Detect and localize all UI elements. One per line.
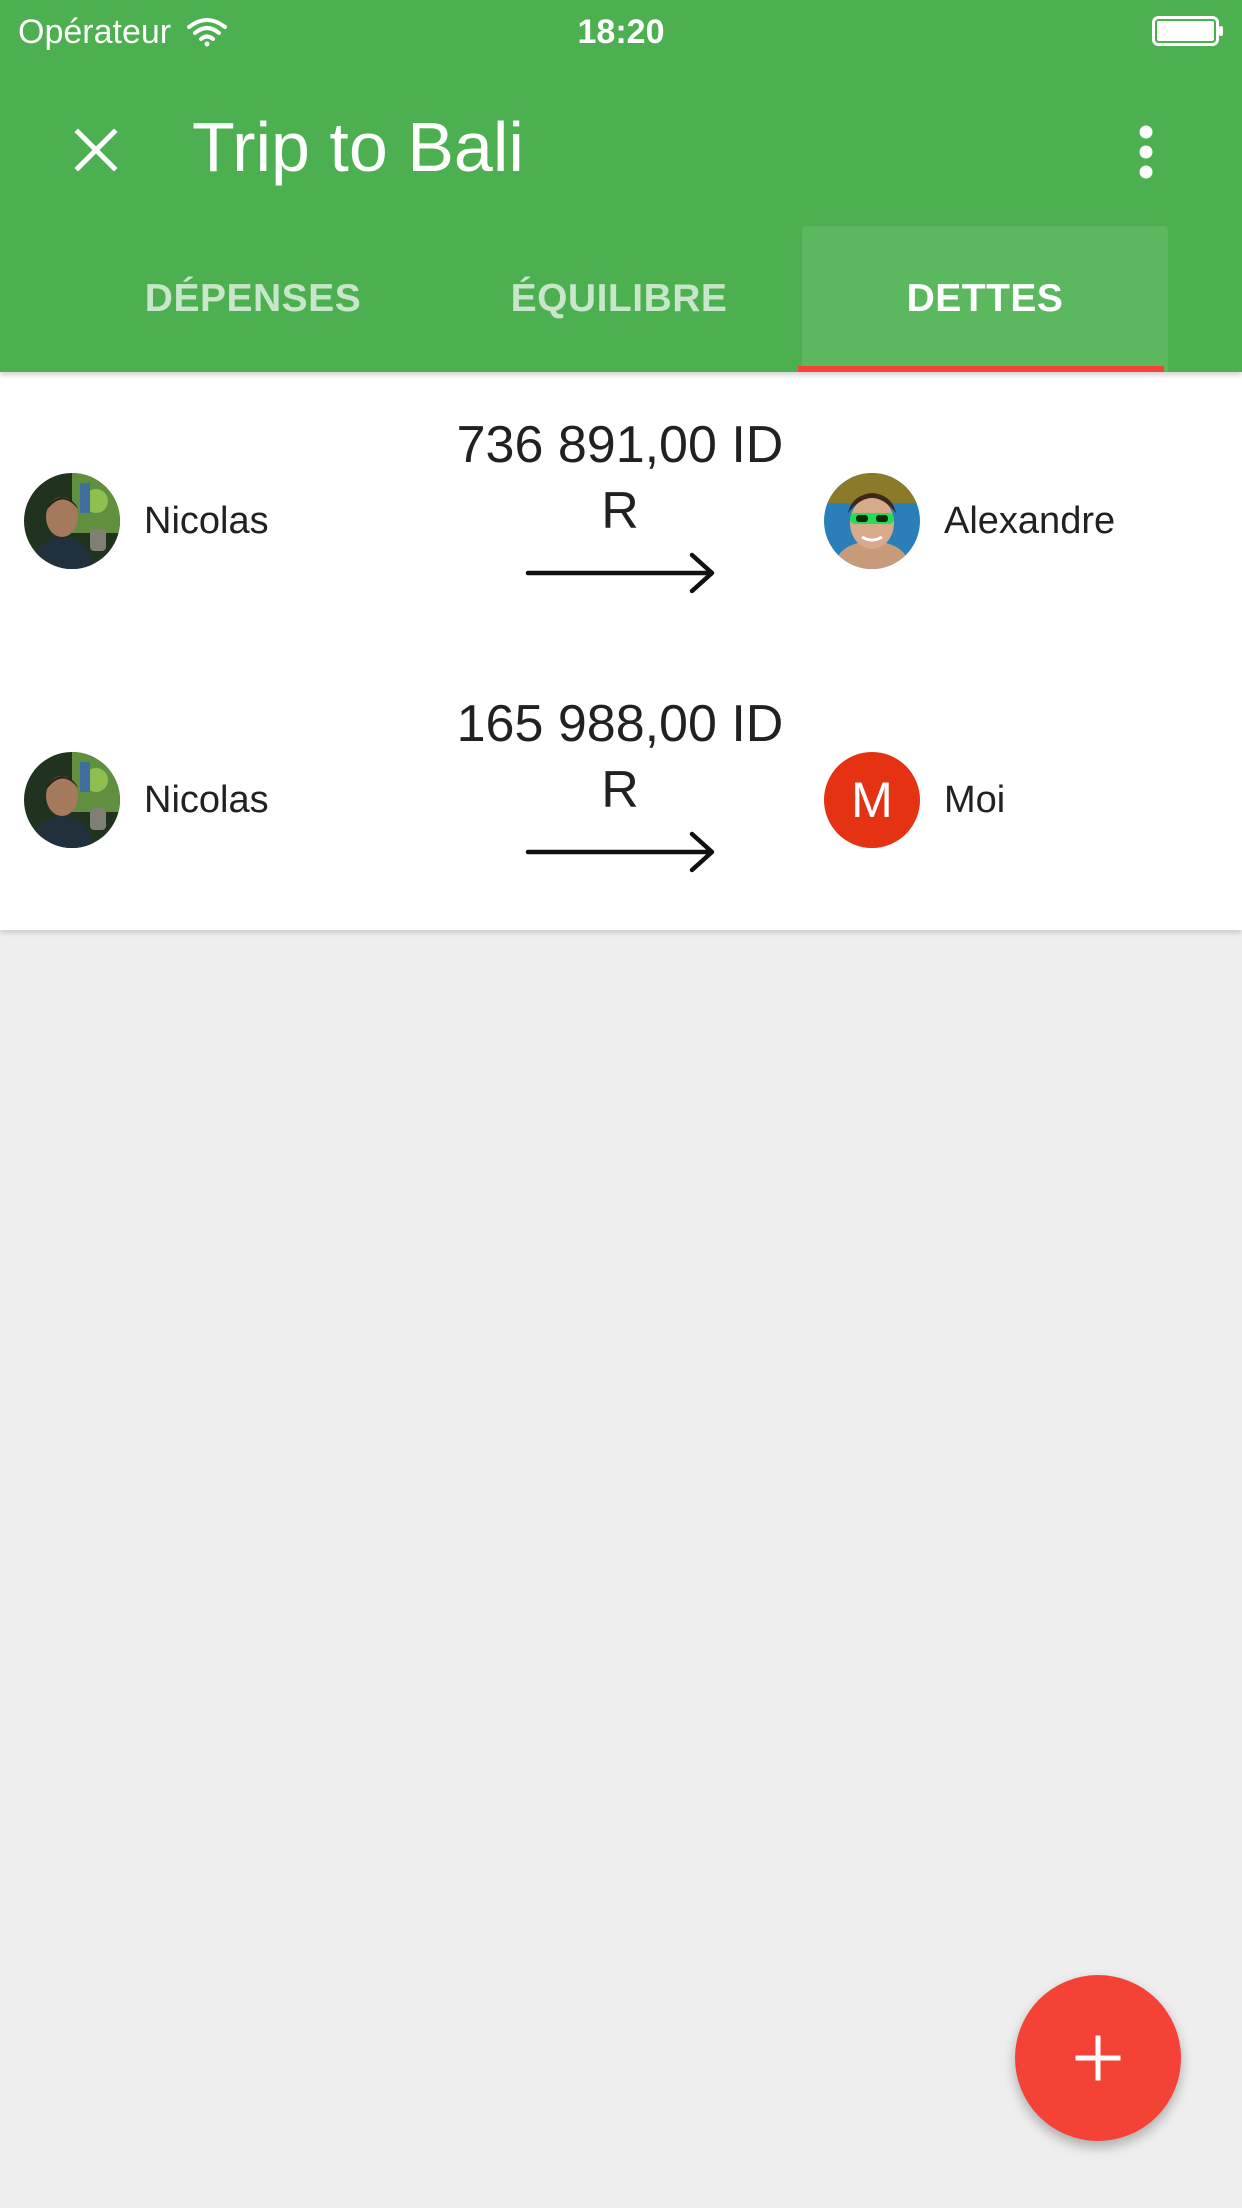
more-options-button[interactable] (1116, 112, 1176, 192)
avatar-photo (24, 752, 120, 848)
arrow-right-icon (524, 548, 720, 598)
creditor-name: Moi (944, 779, 1006, 821)
debt-amount: 736 891,00 IDR (456, 416, 784, 540)
avatar-photo (24, 473, 120, 569)
avatar (824, 473, 920, 569)
avatar (24, 752, 120, 848)
avatar: M (824, 752, 920, 848)
debtor-name: Nicolas (144, 779, 269, 821)
tab-bar: DÉPENSES ÉQUILIBRE DETTES (0, 226, 1242, 372)
toolbar: Trip to Bali (0, 62, 1242, 222)
debt-row[interactable]: Nicolas 165 988,00 IDR M Moi (0, 651, 1242, 930)
avatar-letter: M (851, 772, 893, 828)
page-title: Trip to Bali (192, 108, 524, 186)
debt-amount: 165 988,00 IDR (456, 695, 784, 819)
status-time: 18:20 (577, 13, 665, 51)
battery-icon (1152, 16, 1223, 46)
debt-row[interactable]: Nicolas 736 891,00 IDR Alexandre (0, 372, 1242, 651)
tab-equilibre[interactable]: ÉQUILIBRE (436, 226, 802, 372)
status-bar: Opérateur 18:20 (0, 0, 1242, 62)
more-vertical-icon (1139, 125, 1153, 179)
debts-list: Nicolas 736 891,00 IDR Alexandre Nicolas… (0, 372, 1242, 930)
tab-indicator (798, 366, 1164, 372)
debtor-name: Nicolas (144, 500, 269, 542)
tab-depenses[interactable]: DÉPENSES (70, 226, 436, 372)
app-bar: Opérateur 18:20 Trip to Bali DÉPENSES ÉQ… (0, 0, 1242, 372)
avatar (24, 473, 120, 569)
tab-dettes[interactable]: DETTES (802, 226, 1168, 372)
avatar-photo (824, 473, 920, 569)
close-button[interactable] (56, 110, 136, 190)
arrow-right-icon (524, 827, 720, 877)
close-icon (74, 128, 118, 172)
add-button[interactable] (1015, 1975, 1181, 2141)
creditor-name: Alexandre (944, 500, 1116, 542)
plus-icon (1075, 2035, 1121, 2081)
